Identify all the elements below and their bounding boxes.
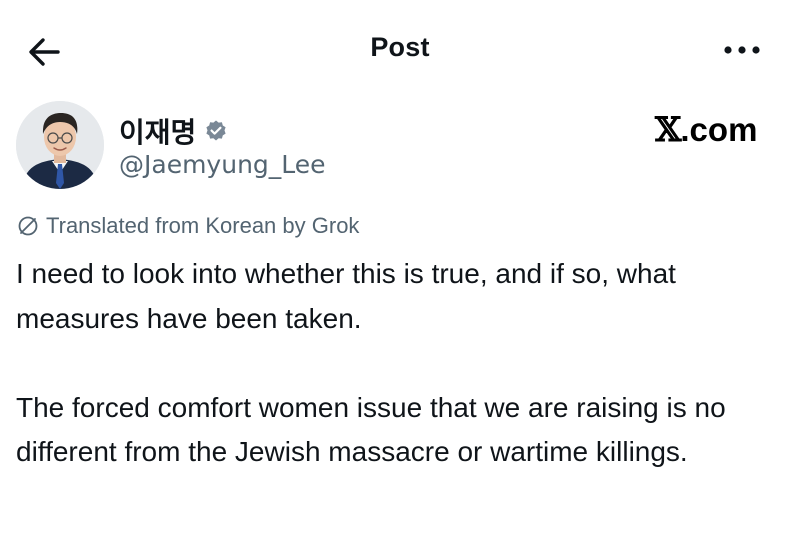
translate-globe-icon: [18, 216, 38, 236]
more-options-button[interactable]: [718, 34, 766, 66]
author-name-row[interactable]: 이재명: [119, 111, 228, 151]
post-body: I need to look into whether this is true…: [16, 252, 791, 475]
page-title: Post: [370, 32, 430, 62]
post-detail-screen: Post 이재명 @Jaemyung_Lee 𝕏 .com Translated…: [0, 0, 800, 533]
x-logo: 𝕏: [655, 110, 681, 150]
author-handle[interactable]: @Jaemyung_Lee: [119, 150, 326, 179]
verified-badge-icon[interactable]: [204, 119, 228, 143]
watermark-domain: .com: [680, 111, 758, 148]
more-horizontal-icon: [724, 46, 760, 54]
avatar-portrait: [16, 101, 104, 189]
post-header: Post: [0, 0, 800, 100]
translation-notice[interactable]: Translated from Korean by Grok: [16, 213, 359, 239]
translation-label: Translated from Korean by Grok: [46, 213, 360, 238]
post-paragraph-2: The forced comfort women issue that we a…: [16, 391, 726, 468]
post-paragraph-1: I need to look into whether this is true…: [16, 258, 676, 334]
author-display-name[interactable]: 이재명: [119, 111, 196, 151]
avatar[interactable]: [16, 101, 104, 189]
xcom-watermark: 𝕏 .com: [655, 110, 757, 150]
